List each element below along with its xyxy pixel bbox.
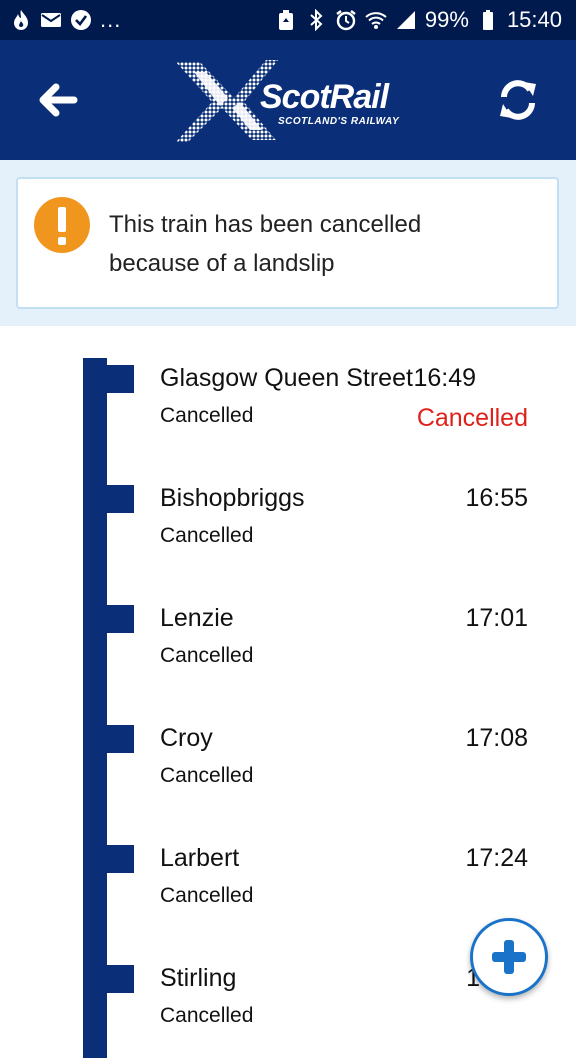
stop-row[interactable]: Lenzie Cancelled 17:01	[0, 566, 576, 686]
stop-time: 16:55	[465, 484, 528, 512]
arrow-left-icon	[39, 83, 78, 117]
battery-icon	[477, 9, 499, 31]
stop-marker	[83, 605, 134, 633]
app-bar: ScotRail SCOTLAND'S RAILWAY	[0, 40, 576, 160]
back-button[interactable]	[30, 76, 86, 124]
cancellation-alert: This train has been cancelled because of…	[16, 177, 559, 309]
alert-line-2: because of a landslip	[109, 250, 335, 277]
stop-time: 17:08	[465, 724, 528, 752]
stop-status: Cancelled	[160, 524, 254, 547]
bluetooth-icon	[305, 9, 327, 31]
plus-icon	[492, 940, 526, 974]
stop-name: Stirling	[160, 964, 237, 992]
brand-name: ScotRail	[260, 78, 389, 116]
wifi-icon	[365, 9, 387, 31]
stop-status: Cancelled	[160, 884, 254, 907]
signal-icon	[395, 9, 417, 31]
stop-name: Larbert	[160, 844, 240, 872]
stop-marker	[83, 485, 134, 513]
status-bar-left: ...	[10, 7, 121, 33]
clock: 15:40	[506, 7, 562, 32]
stops-list: Glasgow Queen Street Cancelled 16:49 Can…	[0, 326, 576, 1058]
stop-marker	[83, 965, 134, 993]
stop-time-status: Cancelled	[416, 404, 528, 432]
stop-status: Cancelled	[160, 644, 254, 667]
stop-name: Glasgow Queen Street	[160, 364, 413, 392]
alert-message: This train has been cancelled because of…	[109, 205, 529, 283]
mail-icon	[40, 9, 62, 31]
more-notifications: ...	[100, 7, 122, 32]
stop-name: Lenzie	[160, 604, 234, 632]
stop-time: 17:24	[465, 844, 528, 872]
scotrail-logo: ScotRail SCOTLAND'S RAILWAY	[172, 58, 412, 144]
stop-marker	[83, 725, 134, 753]
stop-row[interactable]: Croy Cancelled 17:08	[0, 686, 576, 806]
status-bar-right: 99% 15:40	[275, 7, 562, 33]
stop-status: Cancelled	[160, 1004, 254, 1027]
refresh-icon	[500, 80, 536, 120]
stop-status: Cancelled	[160, 764, 254, 787]
stop-time: 17:01	[465, 604, 528, 632]
stop-name: Bishopbriggs	[160, 484, 305, 512]
stop-marker	[83, 365, 134, 393]
refresh-button[interactable]	[490, 74, 546, 126]
stop-status: Cancelled	[160, 404, 254, 427]
alert-line-1: This train has been cancelled	[109, 211, 422, 238]
add-button[interactable]	[470, 918, 548, 996]
stop-marker	[83, 845, 134, 873]
exclamation-icon	[34, 197, 90, 253]
stop-row[interactable]: Glasgow Queen Street Cancelled 16:49 Can…	[0, 326, 576, 446]
check-circle-icon	[70, 9, 92, 31]
stop-row[interactable]: Bishopbriggs Cancelled 16:55	[0, 446, 576, 566]
alarm-icon	[335, 9, 357, 31]
fire-icon	[10, 9, 32, 31]
stop-time: 16:49	[413, 364, 476, 392]
stop-row[interactable]: Larbert Cancelled 17:24	[0, 806, 576, 926]
status-bar: ... 99% 15:40	[0, 0, 576, 40]
alert-area: This train has been cancelled because of…	[0, 160, 576, 326]
battery-percent: 99%	[424, 7, 469, 32]
recycle-icon	[275, 9, 297, 31]
stop-name: Croy	[160, 724, 213, 752]
brand-tagline: SCOTLAND'S RAILWAY	[278, 116, 400, 127]
